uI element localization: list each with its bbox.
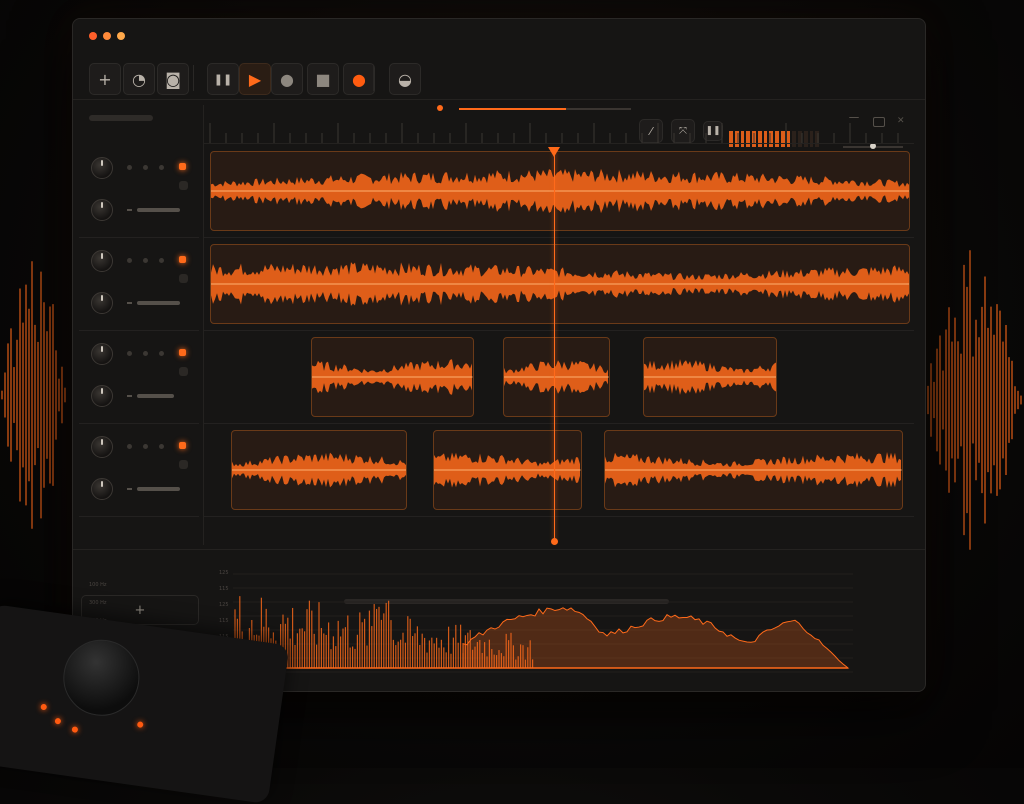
fader-marker (127, 302, 132, 304)
volume-fader[interactable] (137, 208, 181, 212)
headphones-icon: ◙ (165, 69, 181, 89)
metronome-button[interactable]: ◔ (123, 63, 155, 95)
record-icon: ● (352, 69, 366, 89)
title-dot-maximize[interactable] (117, 32, 125, 40)
pause-button[interactable]: ❚❚ (207, 63, 239, 95)
monitor-toggle[interactable] (179, 367, 188, 376)
controller-led (40, 703, 48, 711)
track-1-controls (79, 145, 199, 238)
audio-clip[interactable] (311, 337, 474, 417)
headphones-button[interactable]: ◙ (157, 63, 189, 95)
track-headers-panel: + (73, 105, 204, 625)
audio-clip[interactable] (642, 337, 778, 417)
waveform (312, 359, 473, 395)
volume-knob[interactable] (91, 199, 113, 221)
volume-knob[interactable] (91, 292, 113, 314)
toolbar-divider (373, 65, 374, 91)
playhead-handle[interactable] (551, 538, 558, 545)
panel-header-bar (89, 115, 153, 121)
pan-knob[interactable] (91, 436, 113, 458)
play-button[interactable]: ▶ (239, 63, 271, 95)
title-dot-minimize[interactable] (103, 32, 111, 40)
title-bar (73, 19, 925, 53)
solo-indicator[interactable] (127, 351, 132, 356)
record-button[interactable]: ● (343, 63, 375, 95)
track-2-controls (79, 238, 199, 331)
solo-indicator[interactable] (127, 165, 132, 170)
pan-knob[interactable] (91, 157, 113, 179)
fader-marker (127, 209, 132, 211)
controller-led (71, 726, 79, 733)
arm-indicator[interactable] (159, 444, 164, 449)
record-led[interactable] (179, 349, 186, 356)
stop-icon: ■ (315, 69, 331, 89)
monitor-toggle[interactable] (179, 274, 188, 283)
add-button[interactable]: + (89, 63, 121, 95)
controller-led (136, 721, 144, 729)
track-4-controls (79, 424, 199, 517)
audio-clip[interactable] (230, 430, 408, 510)
mute-indicator[interactable] (143, 165, 148, 170)
arm-indicator[interactable] (159, 258, 164, 263)
arm-indicator[interactable] (159, 165, 164, 170)
audio-clip[interactable] (503, 337, 610, 417)
waveform (504, 360, 609, 394)
monitor-button[interactable]: ◒ (389, 63, 421, 95)
record-led[interactable] (179, 442, 186, 449)
track-3-controls (79, 331, 199, 424)
audio-clip[interactable] (604, 430, 903, 510)
volume-knob[interactable] (91, 478, 113, 500)
monitor-toggle[interactable] (179, 460, 188, 469)
record-led[interactable] (179, 256, 186, 263)
pan-knob[interactable] (91, 250, 113, 272)
plus-icon: + (98, 69, 112, 89)
metronome-icon: ◔ (132, 69, 146, 89)
arrangement-view[interactable] (204, 105, 914, 604)
monitor-toggle[interactable] (179, 181, 188, 190)
volume-fader[interactable] (137, 394, 175, 398)
timeline-ruler[interactable] (204, 105, 914, 144)
mute-indicator[interactable] (143, 351, 148, 356)
waveform (211, 262, 909, 306)
volume-fader[interactable] (137, 301, 181, 305)
right-glow-waveform (921, 250, 1022, 550)
controller-led (54, 717, 62, 725)
waveform (643, 359, 777, 395)
play-icon: ▶ (248, 69, 262, 89)
fader-marker (127, 395, 132, 397)
waveform (605, 452, 903, 488)
stop-dot-button[interactable]: ● (271, 63, 303, 95)
volume-fader[interactable] (137, 487, 181, 491)
title-dot-close[interactable] (89, 32, 97, 40)
audio-clip[interactable] (210, 151, 910, 231)
transport-toolbar: + ◔ ◙ ❚❚ ▶ ● ■ ● ◒ (73, 57, 925, 100)
waveform (211, 168, 909, 214)
spectrum-area (462, 607, 850, 669)
mute-indicator[interactable] (143, 444, 148, 449)
solo-indicator[interactable] (127, 444, 132, 449)
audio-clip[interactable] (210, 244, 910, 324)
mute-indicator[interactable] (143, 258, 148, 263)
stop-button[interactable]: ■ (307, 63, 339, 95)
toolbar-divider (193, 65, 194, 91)
controller-knob (58, 634, 145, 721)
waveform (434, 452, 581, 488)
arm-indicator[interactable] (159, 351, 164, 356)
daw-window: +◔◙❚❚▶●■●◒ ⁄ ⤧ ❚❚ ✕ + 100 Hz300 Hz500 Hz… (72, 18, 926, 692)
waveform (231, 452, 407, 488)
pan-knob[interactable] (91, 343, 113, 365)
fader-marker (127, 488, 132, 490)
playhead[interactable] (554, 151, 555, 543)
solo-indicator[interactable] (127, 258, 132, 263)
dot-icon: ● (280, 69, 294, 89)
record-led[interactable] (179, 163, 186, 170)
user-icon: ◒ (398, 69, 412, 89)
volume-knob[interactable] (91, 385, 113, 407)
audio-clip[interactable] (433, 430, 582, 510)
pause-icon: ❚❚ (213, 72, 233, 86)
